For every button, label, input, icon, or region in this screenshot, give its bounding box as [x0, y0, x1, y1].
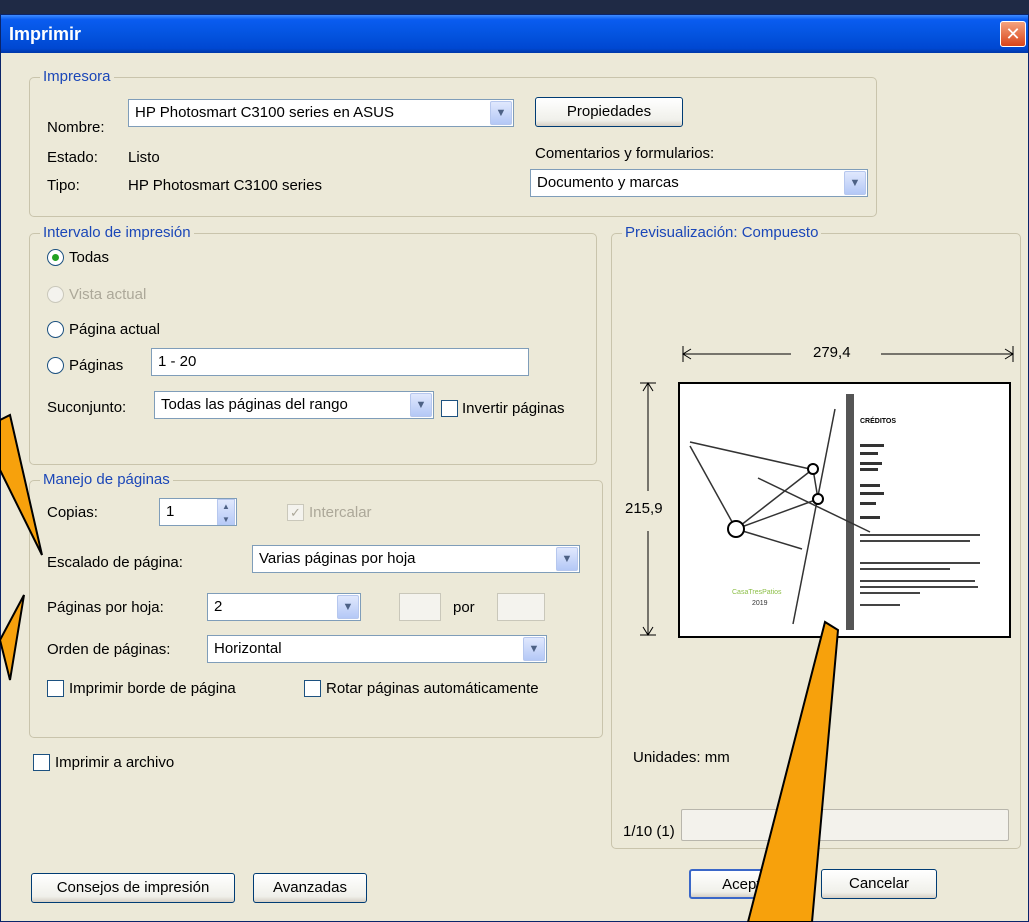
preview-width-value: 279,4: [813, 344, 851, 361]
close-button[interactable]: ✕: [1000, 21, 1026, 47]
print-to-file-checkbox[interactable]: [33, 754, 50, 771]
preview-page-heading: CRÉDITOS: [860, 418, 897, 425]
pages-per-sheet-label: Páginas por hoja:: [47, 599, 164, 616]
title-bar: Imprimir: [1, 15, 1028, 53]
printer-name-value: HP Photosmart C3100 series en ASUS: [135, 104, 395, 121]
preview-legend: Previsualización: Compuesto: [622, 224, 822, 241]
preview-logo-text: CasaTresPatios: [732, 589, 782, 596]
preview-height-value: 215,9: [625, 500, 663, 517]
page-handling-legend: Manejo de páginas: [40, 471, 173, 488]
collate-label: Intercalar: [309, 504, 372, 521]
printer-legend: Impresora: [40, 68, 114, 85]
preview-page-slider[interactable]: [681, 809, 1009, 841]
page-order-value: Horizontal: [214, 640, 282, 657]
chevron-down-icon: ▼: [410, 393, 432, 417]
radio-current-page[interactable]: [47, 321, 64, 338]
preview-thumbnail: CRÉDITOS CasaTresPatios 2019: [678, 382, 1011, 638]
scaling-label: Escalado de página:: [47, 554, 183, 571]
comments-value: Documento y marcas: [537, 174, 679, 191]
comments-label: Comentarios y formularios:: [535, 145, 715, 162]
pages-input[interactable]: 1 - 20: [151, 348, 529, 376]
radio-all-label: Todas: [69, 249, 110, 266]
chevron-down-icon: ▼: [490, 101, 512, 125]
print-dialog: Imprimir ✕ Impresora Nombre: HP Photosma…: [0, 14, 1029, 922]
collate-checkbox[interactable]: ✓: [287, 504, 304, 521]
print-tips-button[interactable]: Consejos de impresión: [31, 873, 235, 903]
close-icon: ✕: [1005, 24, 1021, 44]
radio-current-view-label: Vista actual: [69, 286, 147, 303]
type-value: HP Photosmart C3100 series: [128, 177, 322, 194]
ok-button[interactable]: Aceptar: [689, 869, 807, 899]
radio-pages-label: Páginas: [69, 357, 124, 374]
print-border-checkbox[interactable]: [47, 680, 64, 697]
custom-columns-input[interactable]: [399, 593, 441, 621]
spinner-arrows-icon[interactable]: ▲ ▼: [217, 499, 235, 525]
page-counter: 1/10 (1): [623, 823, 675, 840]
copies-value: 1: [166, 503, 175, 520]
type-label: Tipo:: [47, 177, 80, 194]
subset-label: Suconjunto:: [47, 399, 127, 416]
reverse-pages-label: Invertir páginas: [462, 400, 565, 417]
radio-current-page-label: Página actual: [69, 321, 160, 338]
properties-button[interactable]: Propiedades: [535, 97, 683, 127]
page-order-label: Orden de páginas:: [47, 641, 171, 658]
auto-rotate-label: Rotar páginas automáticamente: [326, 680, 539, 697]
print-to-file-label: Imprimir a archivo: [55, 754, 175, 771]
copies-stepper[interactable]: 1 ▲ ▼: [159, 498, 237, 526]
advanced-button[interactable]: Avanzadas: [253, 873, 367, 903]
printer-name-select[interactable]: HP Photosmart C3100 series en ASUS ▼: [128, 99, 514, 127]
pages-input-value: 1 - 20: [158, 353, 197, 370]
status-label: Estado:: [47, 149, 98, 166]
comments-select[interactable]: Documento y marcas ▼: [530, 169, 868, 197]
window-title: Imprimir: [9, 24, 82, 44]
pages-per-sheet-value: 2: [214, 598, 223, 615]
cancel-button[interactable]: Cancelar: [821, 869, 937, 899]
chevron-down-icon: ▼: [844, 171, 866, 195]
custom-rows-input[interactable]: [497, 593, 545, 621]
status-value: Listo: [128, 149, 160, 166]
subset-select[interactable]: Todas las páginas del rango ▼: [154, 391, 434, 419]
radio-current-view[interactable]: [47, 286, 64, 303]
print-range-legend: Intervalo de impresión: [40, 224, 194, 241]
subset-value: Todas las páginas del rango: [161, 396, 348, 413]
chevron-down-icon: ▼: [556, 547, 578, 571]
copies-label: Copias:: [47, 504, 98, 521]
scaling-select[interactable]: Varias páginas por hoja ▼: [252, 545, 580, 573]
by-label: por: [453, 599, 475, 616]
chevron-down-icon: ▼: [523, 637, 545, 661]
preview-logo-year: 2019: [752, 600, 768, 607]
auto-rotate-checkbox[interactable]: [304, 680, 321, 697]
scaling-value: Varias páginas por hoja: [259, 550, 416, 567]
printer-name-label: Nombre:: [47, 119, 105, 136]
radio-pages[interactable]: [47, 357, 64, 374]
preview-page-content: [689, 394, 980, 630]
units-label: Unidades: mm: [633, 749, 730, 766]
page-order-select[interactable]: Horizontal ▼: [207, 635, 547, 663]
pages-per-sheet-select[interactable]: 2 ▼: [207, 593, 361, 621]
radio-all[interactable]: [47, 249, 64, 266]
print-border-label: Imprimir borde de página: [69, 680, 236, 697]
reverse-pages-checkbox[interactable]: [441, 400, 458, 417]
chevron-down-icon: ▼: [337, 595, 359, 619]
